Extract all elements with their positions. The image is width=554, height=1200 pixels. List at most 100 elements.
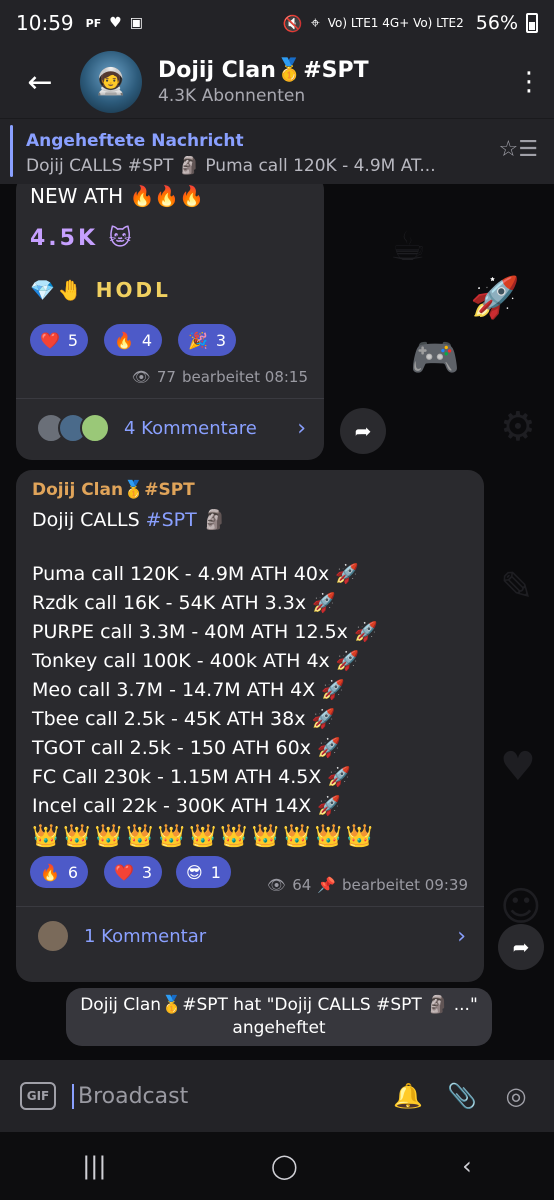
- status-time: 10:59: [16, 11, 74, 35]
- comments-divider: [16, 906, 484, 907]
- comments-link[interactable]: 4 Kommentare ›: [16, 400, 324, 456]
- reaction-count: 4: [141, 330, 153, 350]
- reaction-chip[interactable]: 🔥 6: [30, 856, 89, 888]
- message-meta: 👁 64 📌 bearbeitet 09:39: [267, 876, 468, 894]
- status-right: 🔇 ⌖ Vo) LTE1 4G+ Vo) LTE2 56%: [283, 12, 538, 34]
- system-nav-bar: ||| ◯ ‹: [0, 1132, 554, 1200]
- home-icon[interactable]: ◯: [271, 1152, 298, 1180]
- reaction-chip[interactable]: ❤️ 5: [30, 324, 89, 356]
- background-doodle-icon: ✎: [500, 564, 534, 610]
- location-icon: ⌖: [310, 13, 320, 32]
- background-doodle-icon: 🎮: [410, 335, 460, 381]
- comments-label: 4 Kommentare: [124, 417, 257, 439]
- view-count: 64: [292, 876, 312, 894]
- reaction-emoji: 🔥: [114, 330, 134, 350]
- more-options-icon[interactable]: ⋮: [504, 46, 554, 118]
- attachment-icon[interactable]: 📎: [438, 1072, 486, 1120]
- bell-icon[interactable]: 🔔: [384, 1072, 432, 1120]
- edited-time: bearbeitet 09:39: [341, 876, 468, 894]
- hashtag-link[interactable]: #SPT: [146, 509, 197, 531]
- reaction-emoji: 🎉: [188, 330, 208, 350]
- pinned-icon: 📌: [317, 876, 336, 894]
- commenter-avatars: [36, 919, 70, 953]
- call-line: FC Call 230k - 1.15M ATH 4.5X 🚀: [32, 766, 352, 788]
- call-line: Tonkey call 100K - 400k ATH 4x 🚀: [32, 650, 360, 672]
- heart-icon: ♥: [109, 15, 122, 31]
- message-meta: 👁 77 bearbeitet 08:15: [132, 368, 308, 386]
- message-line: 💎🤚 HODL: [30, 278, 171, 302]
- background-doodle-icon: ♥: [500, 744, 536, 790]
- status-bar: 10:59 PF ♥ ▣ 🔇 ⌖ Vo) LTE1 4G+ Vo) LTE2 5…: [0, 0, 554, 46]
- reaction-chip[interactable]: ❤️ 3: [104, 856, 163, 888]
- edited-time: bearbeitet 08:15: [181, 368, 308, 386]
- reaction-count: 5: [67, 330, 79, 350]
- battery-icon: [526, 13, 538, 33]
- image-icon: ▣: [129, 15, 144, 31]
- message-bubble[interactable]: Dojij Clan🥇#SPT Dojij CALLS #SPT 🗿 Puma …: [16, 470, 484, 982]
- share-forward-button[interactable]: ➦: [340, 408, 386, 454]
- comments-label: 1 Kommentar: [84, 925, 207, 947]
- pinned-accent-bar: [10, 125, 13, 177]
- back-nav-icon[interactable]: ‹: [462, 1152, 472, 1180]
- crown-row: 👑👑👑👑👑👑👑👑👑👑👑: [32, 824, 378, 849]
- gif-button[interactable]: GIF: [20, 1082, 56, 1110]
- reaction-count: 3: [141, 862, 153, 882]
- views-eye-icon: 👁: [131, 368, 151, 386]
- reaction-chip[interactable]: 🔥 4: [104, 324, 163, 356]
- heading-text: Dojij CALLS: [32, 509, 146, 531]
- call-line: Rzdk call 16K - 54K ATH 3.3x 🚀: [32, 592, 336, 614]
- mute-icon: 🔇: [282, 13, 303, 33]
- reaction-chip[interactable]: 😎 1: [176, 856, 231, 888]
- message-sender[interactable]: Dojij Clan🥇#SPT: [32, 480, 195, 500]
- reaction-chip[interactable]: 🎉 3: [178, 324, 237, 356]
- reaction-emoji: 😎: [186, 862, 203, 882]
- chevron-right-icon: ›: [297, 415, 306, 441]
- view-count: 77: [156, 368, 176, 386]
- recent-apps-icon[interactable]: |||: [82, 1152, 106, 1180]
- channel-title: Dojij Clan🥇#SPT: [158, 58, 369, 83]
- background-doodle-icon: 🚀: [470, 275, 520, 321]
- background-doodle-icon: ☕: [390, 224, 426, 270]
- reaction-emoji: ❤️: [40, 330, 60, 350]
- commenter-avatars: [36, 413, 110, 443]
- chat-area[interactable]: ☕ 🚀 🎮 ⚙ ✎ ♥ ☺ NEW ATH 🔥🔥🔥 4.5K 🐱 💎🤚 HODL…: [0, 184, 554, 1060]
- message-bubble[interactable]: NEW ATH 🔥🔥🔥 4.5K 🐱 💎🤚 HODL ❤️ 5 🔥 4 🎉 3 …: [16, 184, 324, 460]
- network-label: Vo) LTE1 4G+ Vo) LTE2: [327, 16, 464, 30]
- call-line: TGOT call 2.5k - 150 ATH 60x 🚀: [32, 737, 341, 759]
- reaction-count: 1: [210, 862, 221, 882]
- broadcast-input[interactable]: [72, 1083, 342, 1109]
- battery-percent: 56%: [475, 12, 518, 34]
- share-forward-button[interactable]: ➦: [498, 924, 544, 970]
- background-doodle-icon: ⚙: [500, 404, 536, 450]
- channel-title-block[interactable]: Dojij Clan🥇#SPT 4.3K Abonnenten: [158, 58, 369, 106]
- camera-icon[interactable]: ◎: [492, 1072, 540, 1120]
- reaction-emoji: ❤️: [114, 862, 134, 882]
- views-eye-icon: 👁: [267, 876, 287, 894]
- channel-avatar[interactable]: 🧑‍🚀: [80, 51, 142, 113]
- moai-emoji: 🗿: [202, 509, 227, 531]
- message-line: 4.5K 🐱: [30, 226, 135, 251]
- reaction-count: 6: [67, 862, 79, 882]
- pinned-service-message: Dojij Clan🥇#SPT hat "Dojij CALLS #SPT 🗿 …: [66, 988, 492, 1046]
- call-line: Incel call 22k - 300K ATH 14X 🚀: [32, 795, 342, 817]
- pinned-text: Dojij CALLS #SPT 🗿 Puma call 120K - 4.9M…: [26, 156, 436, 176]
- message-line: NEW ATH 🔥🔥🔥: [30, 184, 205, 208]
- unpin-list-icon[interactable]: ☆☰: [499, 137, 538, 162]
- call-line: PURPE call 3.3M - 40M ATH 12.5x 🚀: [32, 621, 378, 643]
- pinned-message-bar[interactable]: Angeheftete Nachricht Dojij CALLS #SPT 🗿…: [0, 118, 554, 184]
- comments-link[interactable]: 1 Kommentar ›: [16, 908, 484, 964]
- avatar: [36, 919, 70, 953]
- call-line: Tbee call 2.5k - 45K ATH 38x 🚀: [32, 708, 336, 730]
- status-left-icons: PF ♥ ▣: [86, 15, 143, 31]
- channel-header: ← 🧑‍🚀 Dojij Clan🥇#SPT 4.3K Abonnenten ⋮: [0, 46, 554, 118]
- back-arrow-icon[interactable]: ←: [0, 46, 80, 118]
- call-line: Puma call 120K - 4.9M ATH 40x 🚀: [32, 563, 359, 585]
- chevron-right-icon: ›: [457, 923, 466, 949]
- reaction-emoji: 🔥: [40, 862, 60, 882]
- reaction-count: 3: [215, 330, 227, 350]
- avatar: [80, 413, 110, 443]
- pf-icon: PF: [85, 16, 102, 30]
- pinned-title: Angeheftete Nachricht: [26, 131, 244, 151]
- call-line: Meo call 3.7M - 14.7M ATH 4X 🚀: [32, 679, 345, 701]
- message-heading: Dojij CALLS #SPT 🗿: [32, 508, 226, 531]
